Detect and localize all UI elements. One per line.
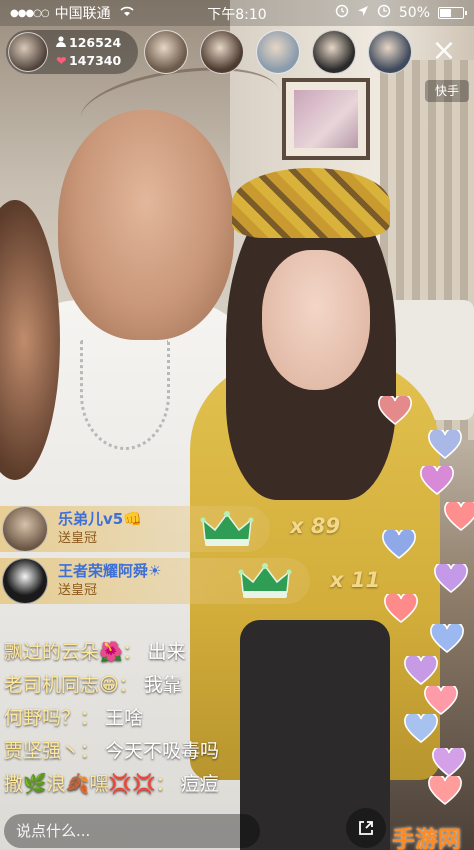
- alarm-icon: [335, 4, 349, 22]
- gift-action: 送皇冠: [58, 531, 98, 546]
- comment-item[interactable]: 何野吗？： 王啥: [4, 700, 304, 733]
- comment-text: 出来: [147, 641, 186, 663]
- comment-text: 今天不吸毒吗: [105, 740, 220, 762]
- host-avatar[interactable]: [8, 32, 48, 72]
- app-watermark: 快手: [425, 80, 469, 102]
- close-button[interactable]: ×: [424, 34, 464, 70]
- gift-notification: 王者荣耀阿舜☀ 送皇冠: [0, 558, 310, 604]
- comment-user[interactable]: 撒🌿浪🍂嘿💢💢：: [4, 769, 175, 796]
- gifter-name: 王者荣耀阿舜☀: [58, 562, 162, 580]
- location-icon: [357, 5, 369, 21]
- necklace: [80, 340, 170, 450]
- battery-percent: 50%: [398, 5, 430, 21]
- viewer-avatar-3[interactable]: [256, 30, 300, 74]
- girl-face: [262, 250, 370, 390]
- man-head: [58, 110, 234, 340]
- battery-icon: [438, 7, 467, 19]
- heart-icon: [384, 594, 418, 624]
- heart-icon: [444, 502, 474, 532]
- gift-action: 送皇冠: [58, 583, 98, 598]
- status-bar: ●●●○○ 中国联通 下午8:10 50%: [0, 0, 474, 26]
- gifter-name: 乐弟儿v5👊: [58, 510, 142, 528]
- gifter-avatar[interactable]: [2, 506, 48, 552]
- share-button[interactable]: [346, 808, 386, 848]
- comment-input[interactable]: 说点什么...: [4, 814, 260, 848]
- comment-user[interactable]: 飘过的云朵🌺：: [4, 637, 142, 664]
- heart-icon: [430, 624, 464, 654]
- wall-painting: [282, 78, 370, 160]
- comment-user[interactable]: 何野吗？：: [4, 703, 99, 730]
- comment-user[interactable]: 老司机同志😁：: [4, 670, 138, 697]
- gift-notification: 乐弟儿v5👊 送皇冠: [0, 506, 270, 552]
- heart-icon: ❤: [56, 53, 67, 68]
- heart-icon: [432, 748, 466, 778]
- comment-text: 王啥: [105, 707, 144, 729]
- comment-user[interactable]: 贾坚强丶：: [4, 736, 99, 763]
- heart-icon: [424, 686, 458, 716]
- host-stats: 126524 ❤ 147340: [56, 34, 121, 70]
- heart-icon: [404, 714, 438, 744]
- comment-item[interactable]: 撒🌿浪🍂嘿💢💢： 痘痘: [4, 766, 304, 799]
- viewer-avatar-4[interactable]: [312, 30, 356, 74]
- user-icon: [56, 34, 69, 52]
- heart-icon: [404, 656, 438, 686]
- comment-text: 痘痘: [180, 773, 219, 795]
- heart-icon: [378, 396, 412, 426]
- battery-level: [440, 9, 451, 17]
- comment-item[interactable]: 贾坚强丶： 今天不吸毒吗: [4, 733, 304, 766]
- crown-icon: [238, 563, 292, 598]
- heart-icon: [420, 466, 454, 496]
- clock-icon: [377, 4, 391, 22]
- gift-count: x 11: [330, 568, 381, 592]
- viewer-avatar-2[interactable]: [200, 30, 244, 74]
- girl-headband: [232, 168, 390, 238]
- heart-icon: [382, 530, 416, 560]
- heart-icon: [434, 564, 468, 594]
- comment-item[interactable]: 飘过的云朵🌺： 出来: [4, 634, 304, 667]
- viewer-avatar-1[interactable]: [144, 30, 188, 74]
- comment-text: 我靠: [143, 674, 182, 696]
- wifi-icon: [119, 5, 135, 21]
- comment-list: 飘过的云朵🌺： 出来 老司机同志😁： 我靠 何野吗？： 王啥 贾坚强丶： 今天不吸毒吗 …: [4, 634, 304, 799]
- gifter-avatar[interactable]: [2, 558, 48, 604]
- carrier-name: 中国联通: [54, 6, 111, 22]
- heart-icon: [428, 430, 462, 460]
- viewer-count: 126524: [69, 35, 122, 50]
- crown-icon: [200, 511, 254, 546]
- share-icon: [359, 821, 373, 835]
- heart-icon: [428, 776, 462, 806]
- site-watermark: 手游网: [392, 827, 461, 850]
- gift-count: x 89: [290, 514, 341, 538]
- host-info[interactable]: 126524 ❤ 147340: [6, 30, 138, 74]
- viewer-list: [144, 30, 412, 74]
- like-count: 147340: [69, 53, 122, 68]
- viewer-avatar-5[interactable]: [368, 30, 412, 74]
- signal-icon: ●●●○○: [10, 7, 50, 19]
- comment-item[interactable]: 老司机同志😁： 我靠: [4, 667, 304, 700]
